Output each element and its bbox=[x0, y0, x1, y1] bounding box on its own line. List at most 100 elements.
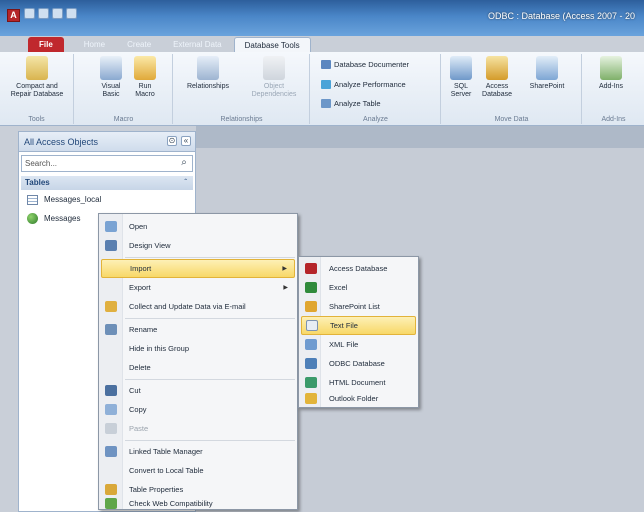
group-analyze: Database Documenter Analyze Performance … bbox=[311, 54, 441, 124]
menu-convert-local[interactable]: Convert to Local Table bbox=[101, 461, 295, 480]
relationships-icon bbox=[197, 56, 219, 80]
menu-collect-update[interactable]: Collect and Update Data via E-mail bbox=[101, 297, 295, 316]
outlook-folder-icon bbox=[305, 393, 317, 404]
run-macro-label: Run Macro bbox=[135, 83, 155, 98]
submenu-odbc-database[interactable]: ODBC Database bbox=[301, 354, 416, 373]
group-macro: Visual Basic Run Macro Macro bbox=[75, 54, 173, 124]
nav-title: All Access Objects bbox=[24, 137, 99, 147]
import-submenu: Access Database Excel SharePoint List Te… bbox=[298, 256, 419, 408]
linked-table-manager-icon bbox=[105, 446, 117, 457]
linked-table-icon bbox=[27, 213, 38, 224]
group-label-macro: Macro bbox=[113, 116, 134, 123]
object-dependencies-button[interactable]: Object Dependencies bbox=[242, 56, 306, 99]
menu-check-web-compat[interactable]: Check Web Compatibility bbox=[101, 496, 295, 510]
relationships-button[interactable]: Relationships bbox=[178, 56, 238, 91]
group-label-tools: Tools bbox=[28, 116, 45, 123]
database-documenter-label: Database Documenter bbox=[334, 60, 410, 69]
access-app-icon[interactable]: A bbox=[7, 9, 20, 22]
menu-open[interactable]: Open bbox=[101, 217, 295, 236]
rename-icon bbox=[105, 324, 117, 335]
visual-basic-button[interactable]: Visual Basic bbox=[97, 56, 125, 99]
tab-file[interactable]: File bbox=[28, 37, 64, 52]
submenu-access-database[interactable]: Access Database bbox=[301, 259, 416, 278]
title-bar: A ODBC : Database (Access 2007 - 20 bbox=[0, 0, 644, 36]
menu-delete[interactable]: Delete bbox=[101, 358, 295, 377]
sharepoint-label: SharePoint bbox=[529, 83, 565, 90]
group-tools: Compact and Repair Database Tools bbox=[0, 54, 74, 124]
nav-menu-icon[interactable]: ⊙ bbox=[167, 136, 177, 146]
group-label-relationships: Relationships bbox=[220, 116, 263, 123]
submenu-excel[interactable]: Excel bbox=[301, 278, 416, 297]
menu-copy[interactable]: Copy bbox=[101, 400, 295, 419]
tab-database-tools[interactable]: Database Tools bbox=[233, 37, 311, 52]
analyze-table-label: Analyze Table bbox=[334, 99, 381, 108]
html-icon bbox=[305, 377, 317, 388]
chevron-up-icon[interactable]: ˆ bbox=[184, 176, 187, 190]
submenu-text-file[interactable]: Text File bbox=[301, 316, 416, 335]
access-database-label: Access Database bbox=[482, 83, 512, 98]
nav-header[interactable]: All Access Objects ⊙ « bbox=[19, 132, 195, 152]
submenu-outlook-folder[interactable]: Outlook Folder bbox=[301, 390, 416, 407]
sql-server-icon bbox=[450, 56, 472, 80]
xml-file-icon bbox=[305, 339, 317, 350]
search-icon[interactable]: ⌕ bbox=[178, 157, 190, 169]
compact-repair-label: Compact and Repair Database bbox=[10, 83, 64, 98]
sharepoint-button[interactable]: SharePoint bbox=[522, 56, 572, 91]
object-dependencies-icon bbox=[263, 56, 285, 80]
web-compat-icon bbox=[105, 497, 117, 509]
tab-create[interactable]: Create bbox=[117, 37, 161, 52]
open-icon bbox=[105, 221, 117, 232]
menu-import[interactable]: Import ▶ bbox=[101, 259, 295, 278]
submenu-sharepoint-list[interactable]: SharePoint List bbox=[301, 297, 416, 316]
save-icon[interactable] bbox=[24, 8, 35, 19]
group-label-add-ins: Add-Ins bbox=[601, 116, 626, 123]
submenu-arrow-icon: ▶ bbox=[283, 285, 288, 291]
tab-home[interactable]: Home bbox=[74, 37, 115, 52]
properties-icon bbox=[105, 484, 117, 495]
compact-repair-button[interactable]: Compact and Repair Database bbox=[4, 56, 70, 99]
group-label-analyze: Analyze bbox=[363, 116, 388, 123]
nav-collapse-icon[interactable]: « bbox=[181, 136, 191, 146]
menu-paste[interactable]: Paste bbox=[101, 419, 295, 438]
analyze-performance-label: Analyze Performance bbox=[334, 80, 406, 89]
table-icon bbox=[27, 194, 38, 205]
run-macro-icon bbox=[134, 56, 156, 80]
access-icon bbox=[305, 263, 317, 274]
analyze-table-button[interactable]: Analyze Table bbox=[321, 99, 381, 108]
nav-item-messages-local[interactable]: Messages_local bbox=[19, 190, 195, 209]
sharepoint-list-icon bbox=[305, 301, 317, 312]
customize-qat-icon[interactable] bbox=[66, 8, 77, 19]
menu-cut[interactable]: Cut bbox=[101, 381, 295, 400]
menu-design-view[interactable]: Design View bbox=[101, 236, 295, 255]
access-database-button[interactable]: Access Database bbox=[480, 56, 514, 99]
group-add-ins: Add-Ins Add-Ins bbox=[583, 54, 644, 124]
run-macro-button[interactable]: Run Macro bbox=[131, 56, 159, 99]
design-view-icon bbox=[105, 240, 117, 251]
visual-basic-icon bbox=[100, 56, 122, 80]
menu-linked-table-manager[interactable]: Linked Table Manager bbox=[101, 442, 295, 461]
performance-icon bbox=[321, 80, 331, 89]
text-file-icon bbox=[306, 320, 318, 331]
group-label-move-data: Move Data bbox=[494, 116, 529, 123]
sql-server-button[interactable]: SQL Server bbox=[448, 56, 474, 99]
submenu-xml-file[interactable]: XML File bbox=[301, 335, 416, 354]
redo-icon[interactable] bbox=[52, 8, 63, 19]
undo-icon[interactable] bbox=[38, 8, 49, 19]
add-ins-button[interactable]: Add-Ins bbox=[591, 56, 631, 91]
tab-external-data[interactable]: External Data bbox=[163, 37, 231, 52]
nav-search-input[interactable]: Search... ⌕ bbox=[21, 155, 193, 172]
menu-export[interactable]: Export ▶ bbox=[101, 278, 295, 297]
nav-item-label: Messages_local bbox=[44, 195, 102, 204]
ribbon: Compact and Repair Database Tools Visual… bbox=[0, 52, 644, 126]
analyze-performance-button[interactable]: Analyze Performance bbox=[321, 80, 406, 89]
menu-rename[interactable]: Rename bbox=[101, 320, 295, 339]
compact-repair-icon bbox=[26, 56, 48, 80]
add-ins-label: Add-Ins bbox=[598, 83, 624, 90]
ribbon-tabs: File Home Create External Data Database … bbox=[0, 36, 644, 52]
group-relationships: Relationships Object Dependencies Relati… bbox=[174, 54, 310, 124]
odbc-icon bbox=[305, 358, 317, 369]
nav-section-tables[interactable]: Tables ˆ bbox=[21, 176, 193, 190]
database-documenter-button[interactable]: Database Documenter bbox=[321, 60, 409, 69]
menu-hide-in-group[interactable]: Hide in this Group bbox=[101, 339, 295, 358]
visual-basic-label: Visual Basic bbox=[101, 83, 121, 98]
